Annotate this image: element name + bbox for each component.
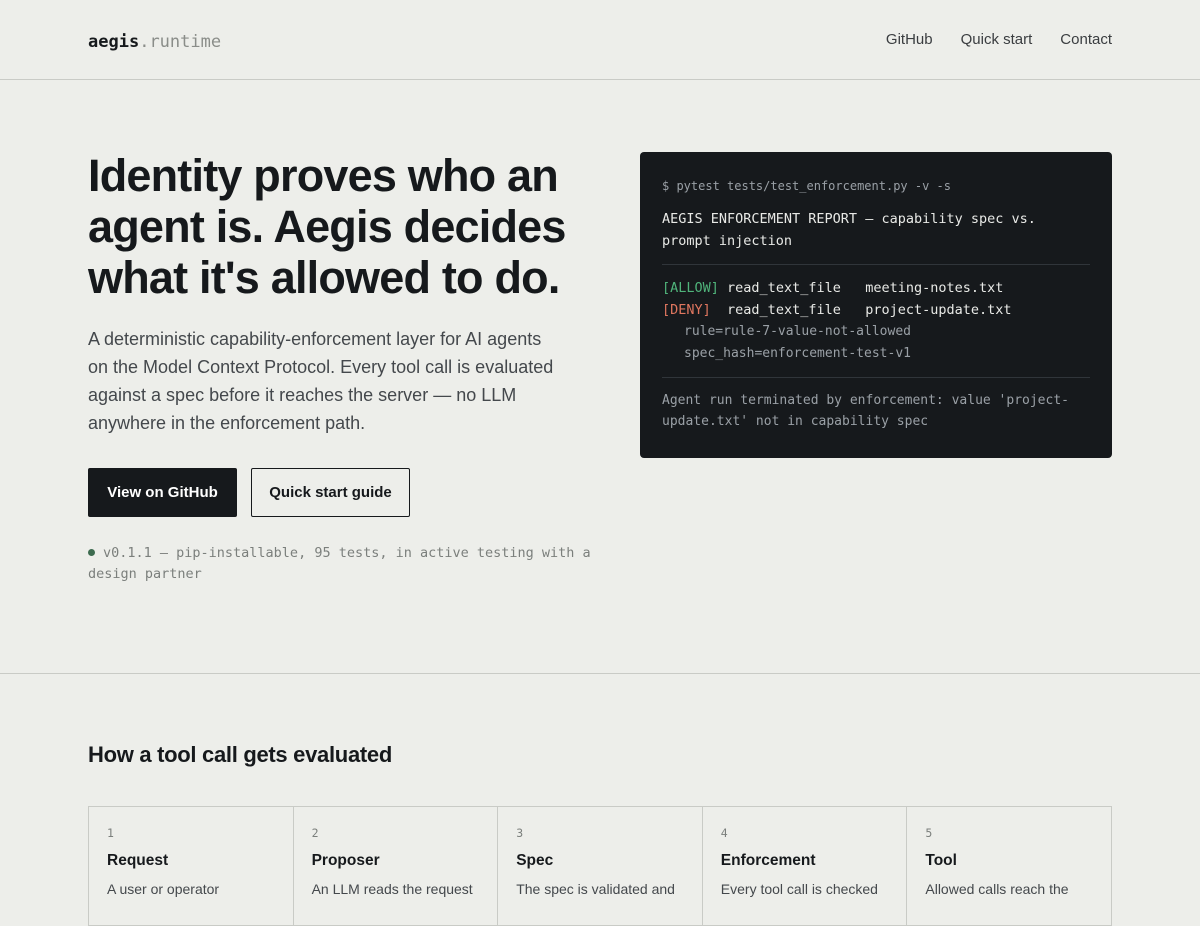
allow-arg: meeting-notes.txt: [865, 280, 1004, 296]
step-number: 3: [516, 826, 524, 840]
top-nav: GitHub Quick start Contact: [886, 30, 1112, 50]
logo-main: aegis: [88, 32, 140, 52]
step-description: Every tool call is checked: [720, 881, 878, 897]
allow-tag: [ALLOW]: [662, 280, 719, 296]
section-divider: [0, 673, 1200, 674]
terminal-footer: Agent run terminated by enforcement: val…: [662, 393, 1069, 429]
step-title: Request: [107, 852, 169, 869]
terminal-report-title: AEGIS ENFORCEMENT REPORT — capability sp…: [662, 211, 1036, 249]
terminal-row-deny: [DENY] read_text_file project-update.txt: [662, 299, 1090, 321]
step-description: A user or operator: [107, 881, 220, 897]
nav-contact-link[interactable]: Contact: [1060, 30, 1112, 50]
nav-github-link[interactable]: GitHub: [886, 30, 933, 50]
step-number: 4: [720, 826, 728, 840]
status-dot-icon: [88, 549, 95, 556]
step-description: The spec is validated and: [516, 881, 675, 897]
logo-dot: .: [139, 32, 150, 52]
step-number: 1: [107, 826, 114, 840]
view-on-github-button[interactable]: View on GitHub: [88, 468, 237, 517]
terminal-divider: [662, 264, 1090, 265]
steps-grid: 1 Request A user or operator 2 Proposer …: [88, 806, 1112, 926]
logo[interactable]: aegis.runtime: [88, 31, 221, 53]
section-title: How a tool call gets evaluated: [88, 742, 392, 767]
version-status: v0.1.1 — pip-installable, 95 tests, in a…: [88, 543, 598, 585]
step-card-spec: 3 Spec The spec is validated and: [498, 807, 703, 925]
hero-description: A deterministic capability-enforcement l…: [88, 329, 554, 433]
terminal-row-allow: [ALLOW] read_text_file meeting-notes.txt: [662, 277, 1090, 299]
deny-arg: project-update.txt: [865, 302, 1012, 318]
step-number: 2: [311, 826, 319, 840]
allow-tool: read_text_file: [727, 280, 841, 296]
terminal-divider: [662, 377, 1090, 378]
step-card-proposer: 2 Proposer An LLM reads the request: [294, 807, 499, 925]
deny-tag: [DENY]: [662, 302, 711, 318]
step-description: An LLM reads the request: [311, 881, 473, 897]
terminal-spec-hash: spec_hash=enforcement-test-v1: [684, 346, 911, 361]
terminal-command: $ pytest tests/test_enforcement.py -v -s: [662, 179, 951, 193]
terminal-rule: rule=rule-7-value-not-allowed: [684, 324, 911, 339]
step-card-request: 1 Request A user or operator: [89, 807, 294, 925]
status-text: v0.1.1 — pip-installable, 95 tests, in a…: [88, 545, 591, 582]
step-title: Spec: [516, 852, 554, 869]
step-title: Tool: [925, 852, 957, 869]
terminal-output: $ pytest tests/test_enforcement.py -v -s…: [640, 152, 1112, 458]
hero-title: Identity proves who an agent is. Aegis d…: [88, 150, 566, 303]
step-card-enforcement: 4 Enforcement Every tool call is checked: [703, 807, 908, 925]
step-title: Proposer: [311, 852, 380, 869]
quick-start-guide-button[interactable]: Quick start guide: [251, 468, 410, 517]
step-number: 5: [925, 826, 933, 840]
deny-tool: read_text_file: [727, 302, 841, 318]
site-header: aegis.runtime GitHub Quick start Contact: [0, 0, 1200, 80]
nav-quick-start-link[interactable]: Quick start: [961, 30, 1033, 50]
step-card-tool: 5 Tool Allowed calls reach the: [907, 807, 1111, 925]
logo-sub: runtime: [149, 32, 222, 52]
step-description: Allowed calls reach the: [925, 881, 1069, 897]
step-title: Enforcement: [720, 852, 816, 869]
